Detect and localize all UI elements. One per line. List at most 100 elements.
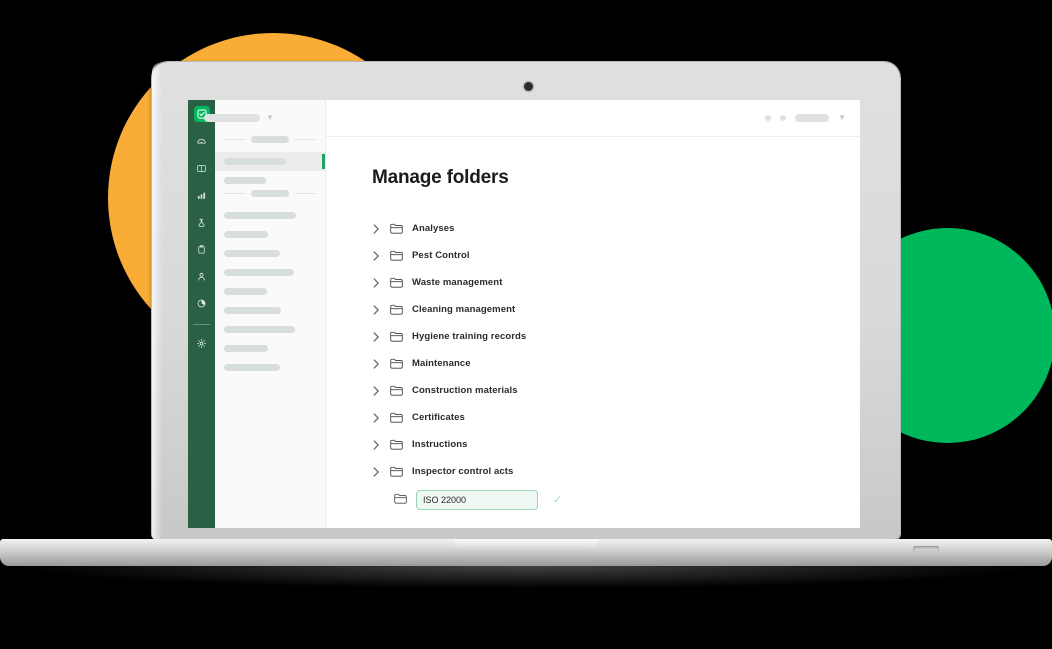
folder-icon xyxy=(394,491,407,509)
nav-group-divider xyxy=(215,136,325,143)
divider-line-right xyxy=(294,193,316,194)
content-area: Manage folders Analyses Pest Control Waste… xyxy=(326,137,860,528)
nav-item-label-placeholder xyxy=(224,158,286,165)
nav-item[interactable] xyxy=(215,282,325,301)
folder-icon xyxy=(390,439,403,450)
account-chevron-down-icon[interactable]: ▼ xyxy=(838,114,846,122)
folder-label: Construction materials xyxy=(412,385,518,396)
nav-item[interactable] xyxy=(215,225,325,244)
nav-item-label-placeholder xyxy=(224,177,266,184)
folder-row[interactable]: Cleaning management xyxy=(372,296,860,323)
workspace-name-placeholder xyxy=(204,114,260,122)
user-icon[interactable] xyxy=(194,269,209,284)
nav-item[interactable] xyxy=(215,358,325,377)
topbar-dot-2[interactable] xyxy=(780,115,787,121)
active-indicator xyxy=(322,154,325,169)
folder-row[interactable]: Analyses xyxy=(372,215,860,242)
top-bar-actions: ▼ xyxy=(765,114,846,122)
nav-item[interactable] xyxy=(215,171,325,190)
folder-icon xyxy=(390,466,403,477)
dashboard-icon[interactable] xyxy=(194,134,209,149)
new-folder-row: ✓ xyxy=(372,485,860,515)
chevron-right-icon[interactable] xyxy=(372,250,381,261)
scene: ▼ ▼ Manage folders Analyses Pest Control W… xyxy=(0,0,1052,649)
folder-label: Pest Control xyxy=(412,250,470,261)
chevron-right-icon[interactable] xyxy=(372,412,381,423)
folder-icon xyxy=(390,250,403,261)
folder-label: Maintenance xyxy=(412,358,471,369)
check-icon[interactable]: ✓ xyxy=(553,494,562,506)
nav-item-label-placeholder xyxy=(224,231,268,238)
folder-row[interactable]: Construction materials xyxy=(372,377,860,404)
flask-icon[interactable] xyxy=(194,215,209,230)
nav-item-label-placeholder xyxy=(224,269,294,276)
rail-divider xyxy=(193,324,210,325)
divider-line-left xyxy=(224,139,246,140)
folder-label: Waste management xyxy=(412,277,503,288)
folder-list: Analyses Pest Control Waste management Clea… xyxy=(372,215,860,485)
main-area: ▼ ▼ Manage folders Analyses Pest Control W… xyxy=(204,100,860,528)
divider-line-left xyxy=(224,193,246,194)
settings-gear-icon[interactable] xyxy=(194,336,209,351)
folder-label: Inspector control acts xyxy=(412,466,514,477)
folder-label: Cleaning management xyxy=(412,304,516,315)
folder-label: Certificates xyxy=(412,412,465,423)
chevron-right-icon[interactable] xyxy=(372,385,381,396)
folder-label: Analyses xyxy=(412,223,455,234)
chevron-right-icon[interactable] xyxy=(372,331,381,342)
folder-row[interactable]: Hygiene training records xyxy=(372,323,860,350)
laptop-base-notch xyxy=(454,539,598,550)
nav-item-active[interactable] xyxy=(215,152,325,171)
chevron-right-icon[interactable] xyxy=(372,223,381,234)
nav-item-label-placeholder xyxy=(224,326,295,333)
pie-chart-icon[interactable] xyxy=(194,296,209,311)
chevron-right-icon[interactable] xyxy=(372,466,381,477)
folder-icon xyxy=(390,412,403,423)
folder-icon xyxy=(390,304,403,315)
nav-group-label-placeholder xyxy=(251,190,289,197)
topbar-dot-1[interactable] xyxy=(765,115,772,121)
folder-icon xyxy=(390,331,403,342)
nav-item[interactable] xyxy=(215,206,325,225)
lid-highlight xyxy=(152,62,162,539)
folder-label: Instructions xyxy=(412,439,468,450)
folder-row[interactable]: Waste management xyxy=(372,269,860,296)
folder-row[interactable]: Inspector control acts xyxy=(372,458,860,485)
nav-item-label-placeholder xyxy=(224,288,267,295)
nav-item[interactable] xyxy=(215,263,325,282)
page-title: Manage folders xyxy=(372,167,509,188)
screen: ▼ ▼ Manage folders Analyses Pest Control W… xyxy=(188,100,860,528)
bar-chart-icon[interactable] xyxy=(194,188,209,203)
nav-group-label-placeholder xyxy=(251,136,289,143)
chevron-right-icon[interactable] xyxy=(372,304,381,315)
nav-item[interactable] xyxy=(215,301,325,320)
folder-row[interactable]: Pest Control xyxy=(372,242,860,269)
secondary-nav-panel xyxy=(215,100,326,528)
clipboard-icon[interactable] xyxy=(194,242,209,257)
top-bar: ▼ ▼ xyxy=(204,100,860,137)
nav-item[interactable] xyxy=(215,320,325,339)
laptop-base-port xyxy=(913,546,939,552)
laptop-shadow xyxy=(28,566,1024,588)
nav-group-divider xyxy=(215,190,325,197)
divider-line-right xyxy=(294,139,316,140)
workspace-selector[interactable]: ▼ xyxy=(204,114,274,122)
chevron-right-icon[interactable] xyxy=(372,277,381,288)
nav-item[interactable] xyxy=(215,244,325,263)
icon-rail-sidebar xyxy=(188,100,215,528)
nav-item-label-placeholder xyxy=(224,250,280,257)
webcam-icon xyxy=(524,82,533,91)
account-placeholder[interactable] xyxy=(795,114,830,122)
laptop-mockup: ▼ ▼ Manage folders Analyses Pest Control W… xyxy=(0,0,1052,649)
nav-item[interactable] xyxy=(215,339,325,358)
folder-row[interactable]: Instructions xyxy=(372,431,860,458)
nav-item-label-placeholder xyxy=(224,212,296,219)
folder-row[interactable]: Certificates xyxy=(372,404,860,431)
chevron-right-icon[interactable] xyxy=(372,358,381,369)
folder-icon xyxy=(390,223,403,234)
folder-row[interactable]: Maintenance xyxy=(372,350,860,377)
nav-item-label-placeholder xyxy=(224,345,268,352)
folder-name-input[interactable] xyxy=(416,490,538,510)
chevron-right-icon[interactable] xyxy=(372,439,381,450)
book-icon[interactable] xyxy=(194,161,209,176)
